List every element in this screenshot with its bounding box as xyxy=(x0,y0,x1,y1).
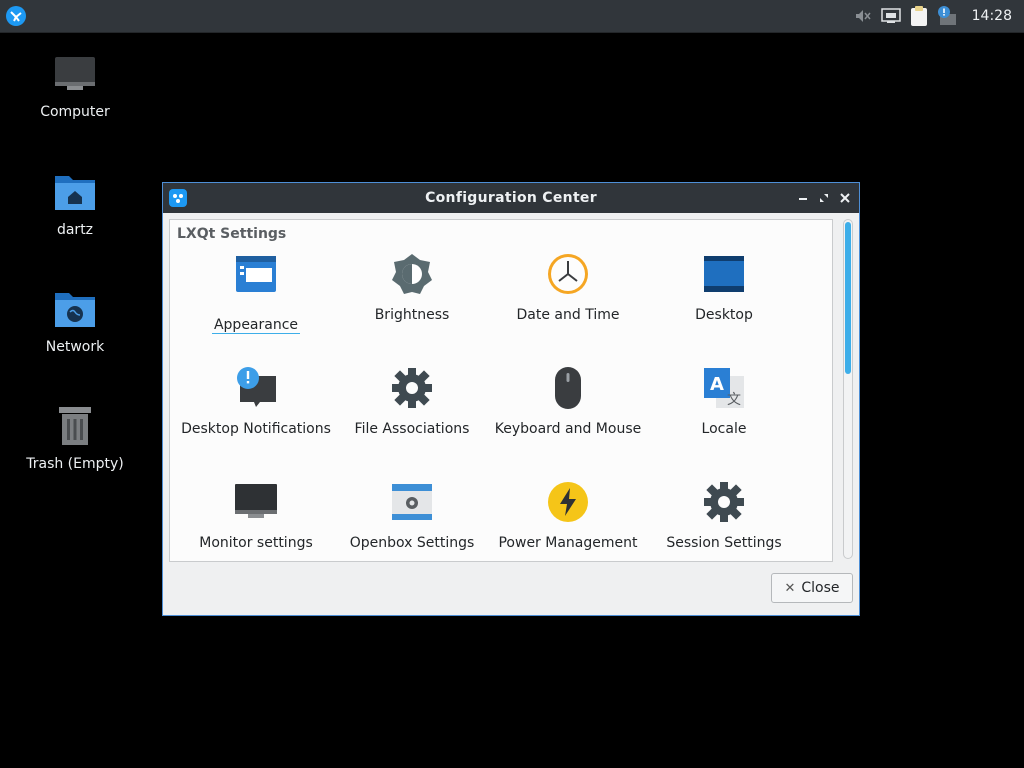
setting-power-management[interactable]: Power Management xyxy=(490,480,646,552)
maximize-button[interactable] xyxy=(816,189,832,207)
gear-icon xyxy=(704,482,744,522)
setting-keyboard-and-mouse[interactable]: Keyboard and Mouse xyxy=(490,366,646,438)
volume-muted-icon[interactable] xyxy=(852,5,874,27)
setting-label: Power Management xyxy=(498,535,638,551)
locale-icon: A 文 xyxy=(704,368,744,408)
setting-label: Locale xyxy=(701,421,747,437)
power-icon xyxy=(548,482,588,522)
svg-text:文: 文 xyxy=(727,392,741,408)
setting-label: Desktop xyxy=(695,307,753,323)
desktop-icon-label: Computer xyxy=(40,104,110,120)
vertical-scrollbar[interactable] xyxy=(843,219,853,559)
setting-brightness[interactable]: Brightness xyxy=(334,252,490,324)
clock[interactable]: 14:28 xyxy=(972,8,1012,24)
system-tray: 14:28 xyxy=(852,0,1024,32)
setting-label: Keyboard and Mouse xyxy=(494,421,642,437)
setting-appearance[interactable]: Appearance xyxy=(178,252,334,334)
desktop-icon-computer[interactable]: Computer xyxy=(20,52,130,120)
gear-icon xyxy=(392,368,432,408)
setting-date-and-time[interactable]: Date and Time xyxy=(490,252,646,324)
desktop-icon-trash[interactable]: Trash (Empty) xyxy=(20,404,130,472)
setting-desktop[interactable]: Desktop xyxy=(646,252,802,324)
mouse-icon xyxy=(555,367,581,409)
desktop-icon-label: Network xyxy=(45,339,105,355)
minimize-button[interactable] xyxy=(795,189,811,207)
window-footer: ✕ Close xyxy=(163,563,859,615)
setting-file-associations[interactable]: File Associations xyxy=(334,366,490,438)
brightness-icon xyxy=(392,254,432,294)
setting-openbox-settings[interactable]: Openbox Settings xyxy=(334,480,490,552)
setting-label: Session Settings xyxy=(666,535,782,551)
notification-icon[interactable] xyxy=(936,5,958,27)
notifications-icon xyxy=(237,367,276,407)
lxqt-config-icon xyxy=(169,189,187,207)
appearance-icon xyxy=(236,256,276,292)
setting-label: Openbox Settings xyxy=(349,535,475,551)
top-panel: 14:28 xyxy=(0,0,1024,33)
lxqt-menu-icon[interactable] xyxy=(4,4,28,28)
setting-label: Date and Time xyxy=(516,307,620,323)
close-window-button[interactable] xyxy=(837,189,853,207)
desktop-icon xyxy=(704,256,744,292)
desktop-icon-dartz[interactable]: dartz xyxy=(20,170,130,238)
close-button-label: Close xyxy=(801,580,840,596)
network-icon[interactable] xyxy=(880,5,902,27)
configuration-center-window: Configuration Center LXQt Settings Appea… xyxy=(162,182,860,616)
desktop-icon-label: dartz xyxy=(56,222,94,238)
openbox-icon xyxy=(392,484,432,520)
close-icon: ✕ xyxy=(784,580,796,596)
setting-label: Monitor settings xyxy=(199,535,313,551)
setting-locale[interactable]: A 文 Locale xyxy=(646,366,802,438)
setting-label: Desktop Notifications xyxy=(181,421,331,437)
setting-desktop-notifications[interactable]: Desktop Notifications xyxy=(178,366,334,438)
scrollbar-thumb[interactable] xyxy=(845,222,851,374)
svg-text:A: A xyxy=(710,374,724,395)
setting-label: File Associations xyxy=(354,421,470,437)
monitor-icon xyxy=(235,484,277,518)
clipboard-icon[interactable] xyxy=(908,5,930,27)
setting-label: Brightness xyxy=(374,307,450,323)
clock-icon xyxy=(548,254,588,294)
network-folder-icon xyxy=(53,287,97,331)
settings-panel: LXQt Settings Appearance Brightness Date… xyxy=(169,219,833,562)
home-folder-icon xyxy=(53,170,97,214)
window-title: Configuration Center xyxy=(425,190,597,206)
close-button[interactable]: ✕ Close xyxy=(771,573,853,603)
setting-monitor-settings[interactable]: Monitor settings xyxy=(178,480,334,552)
window-titlebar[interactable]: Configuration Center xyxy=(163,183,859,213)
setting-label: Appearance xyxy=(211,317,301,334)
setting-session-settings[interactable]: Session Settings xyxy=(646,480,802,552)
desktop-icon-label: Trash (Empty) xyxy=(26,456,124,472)
computer-icon xyxy=(53,52,97,96)
trash-icon xyxy=(53,404,97,448)
desktop-icon-network[interactable]: Network xyxy=(20,287,130,355)
section-title: LXQt Settings xyxy=(177,226,287,242)
